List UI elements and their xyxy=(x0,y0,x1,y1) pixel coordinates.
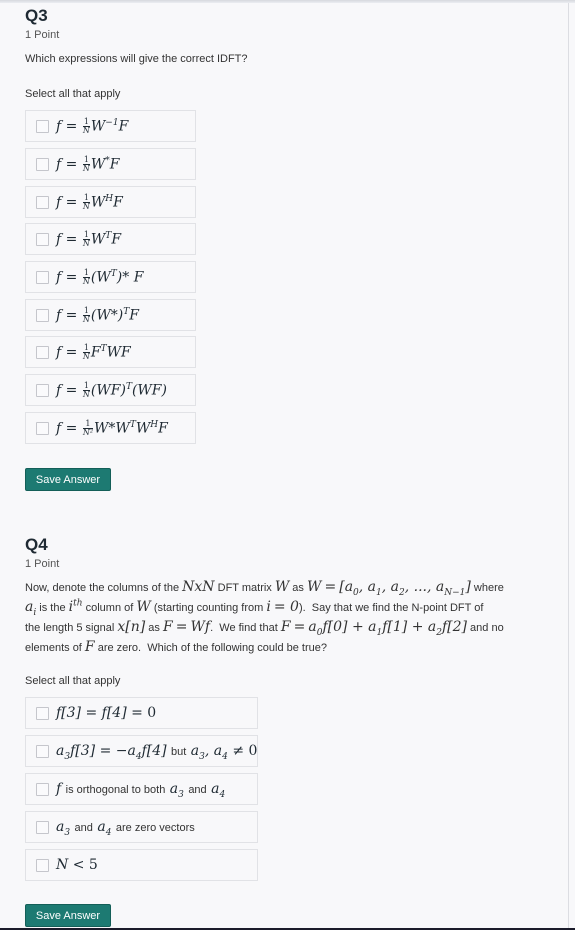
q4-option-2-label: a3f[3] = −a4f[4] but a3, a4 ≠ 0 xyxy=(56,743,258,762)
q3-option-3[interactable]: f = 1 N WHF xyxy=(25,186,196,218)
checkbox[interactable] xyxy=(36,119,49,133)
q3-option-6-label: f = 1 N (W*)TF xyxy=(56,305,139,324)
q4-points: 1 Point xyxy=(25,558,60,570)
checkbox[interactable] xyxy=(36,820,49,834)
q3-points: 1 Point xyxy=(25,29,60,41)
q4-option-2[interactable]: a3f[3] = −a4f[4] but a3, a4 ≠ 0 xyxy=(25,735,258,767)
q3-title: Q3 xyxy=(25,6,48,25)
q3-option-5[interactable]: f = 1 N (WT)* F xyxy=(25,261,196,293)
checkbox[interactable] xyxy=(36,782,49,796)
checkbox[interactable] xyxy=(36,232,49,246)
q3-option-9-label: f = 1 N² W*WTWHF xyxy=(56,418,168,437)
q3-prompt: Which expressions will give the correct … xyxy=(25,53,248,65)
q3-option-2-label: f = 1 N W*F xyxy=(56,154,120,173)
q3-option-1-label: f = 1 N W−1F xyxy=(56,116,129,135)
q3-header: Q3 1 Point xyxy=(25,6,59,42)
q4-option-1[interactable]: f[3] = f[4] = 0 xyxy=(25,697,258,729)
q4-save-answer-button[interactable]: Save Answer xyxy=(25,904,111,927)
checkbox[interactable] xyxy=(36,706,49,720)
q4-option-3[interactable]: f is orthogonal to both a3 and a4 xyxy=(25,773,258,805)
q4-prompt: Now, denote the columns of the NxN DFT m… xyxy=(25,578,535,658)
scrollbar-track[interactable] xyxy=(568,3,569,930)
q4-option-4[interactable]: a3 and a4 are zero vectors xyxy=(25,811,258,843)
q4-prompt-line-1: Now, denote the columns of the NxN DFT m… xyxy=(25,579,504,598)
checkbox[interactable] xyxy=(36,858,49,872)
q4-prompt-line-3: the length 5 signal x[n] as F = Wf. We f… xyxy=(25,619,504,638)
q3-option-4[interactable]: f = 1 N WTF xyxy=(25,223,196,255)
q4-option-4-label: a3 and a4 are zero vectors xyxy=(56,819,195,838)
checkbox[interactable] xyxy=(36,308,49,322)
q3-option-4-label: f = 1 N WTF xyxy=(56,229,122,248)
checkbox[interactable] xyxy=(36,195,49,209)
q4-prompt-line-4: elements of F are zero. Which of the fol… xyxy=(25,639,327,655)
checkbox[interactable] xyxy=(36,157,49,171)
q3-select-hint: Select all that apply xyxy=(25,88,121,100)
q3-option-9[interactable]: f = 1 N² W*WTWHF xyxy=(25,412,196,444)
checkbox[interactable] xyxy=(36,345,49,359)
q3-option-6[interactable]: f = 1 N (W*)TF xyxy=(25,299,196,331)
q3-option-5-label: f = 1 N (WT)* F xyxy=(56,267,144,286)
q3-option-1[interactable]: f = 1 N W−1F xyxy=(25,110,196,142)
q4-option-3-label: f is orthogonal to both a3 and a4 xyxy=(56,781,226,800)
q3-option-2[interactable]: f = 1 N W*F xyxy=(25,148,196,180)
checkbox[interactable] xyxy=(36,421,49,435)
q3-option-3-label: f = 1 N WHF xyxy=(56,192,123,211)
q3-save-answer-button[interactable]: Save Answer xyxy=(25,468,111,491)
q4-prompt-line-2: ai is the ith column of W (starting coun… xyxy=(25,598,484,618)
q3-option-7-label: f = 1 N FTWF xyxy=(56,342,131,361)
q4-option-5-label: N < 5 xyxy=(56,857,98,873)
q4-option-5[interactable]: N < 5 xyxy=(25,849,258,881)
q3-option-8[interactable]: f = 1 N (WF)T(WF) xyxy=(25,374,196,406)
q4-title: Q4 xyxy=(25,535,48,554)
top-shadow xyxy=(0,0,575,3)
q4-header: Q4 1 Point xyxy=(25,535,59,571)
q4-select-hint: Select all that apply xyxy=(25,675,121,687)
q4-option-1-label: f[3] = f[4] = 0 xyxy=(56,705,157,721)
checkbox[interactable] xyxy=(36,383,49,397)
checkbox[interactable] xyxy=(36,270,49,284)
q3-option-7[interactable]: f = 1 N FTWF xyxy=(25,336,196,368)
checkbox[interactable] xyxy=(36,744,49,758)
q3-option-8-label: f = 1 N (WF)T(WF) xyxy=(56,380,167,399)
